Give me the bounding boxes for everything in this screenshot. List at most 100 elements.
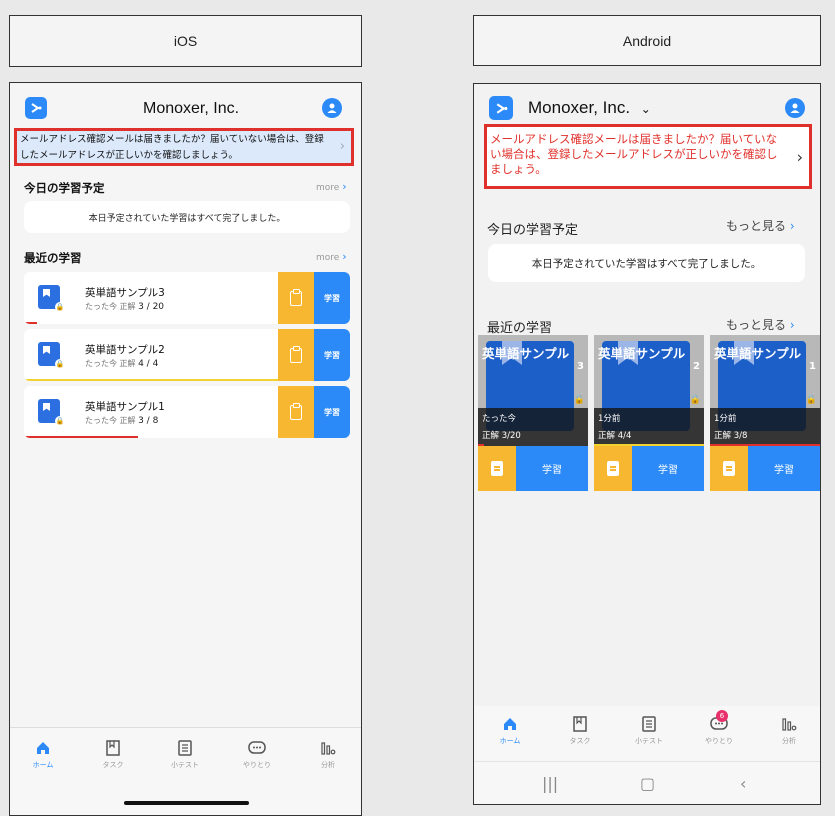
banner-text: メールアドレス確認メールは届きましたか？届いていない場合は、登録したメールアドレ… [20, 134, 324, 161]
tab-quiz[interactable]: 小テスト [160, 740, 210, 770]
item-meta: たった今 正解 4 / 4 [85, 358, 158, 369]
recent-more-link[interactable]: more › [316, 250, 347, 263]
recent-title: 最近の学習 [487, 321, 553, 336]
android-label: Android [473, 15, 821, 66]
book-icon: 🔒 [38, 342, 65, 369]
back-nav-icon[interactable]: ‹ [740, 774, 746, 793]
tab-label: 小テスト [635, 737, 663, 745]
today-title: 今日の学習予定 [487, 223, 579, 238]
item-title: 英単語サンプル1 [85, 401, 165, 413]
recents-nav-icon[interactable]: ||| [542, 774, 558, 793]
tab-label: ホーム [499, 737, 521, 745]
chevron-right-icon: › [796, 147, 803, 166]
chevron-down-icon: ⌄ [640, 102, 651, 116]
tab-home[interactable]: ホーム [485, 716, 535, 746]
card-time: 1分前 [714, 414, 737, 424]
chevron-right-icon: › [789, 219, 795, 233]
home-indicator [124, 801, 249, 805]
quiz-button[interactable] [710, 446, 748, 491]
study-label: 学習 [658, 465, 678, 476]
recent-item[interactable]: 🔒 英単語サンプル3 たった今 正解 3 / 20 学習 [24, 272, 350, 324]
study-button[interactable]: 学習 [748, 446, 820, 491]
study-button[interactable]: 学習 [314, 386, 350, 438]
lock-icon: 🔒 [55, 359, 65, 369]
org-title[interactable]: Monoxer, Inc. ⌄ [528, 98, 651, 118]
task-icon [88, 740, 138, 756]
today-empty-card: 本日予定されていた学習はすべて完了しました。 [488, 244, 805, 282]
home-icon [18, 740, 68, 756]
recent-more-link[interactable]: もっと見る › [726, 316, 795, 333]
recent-card[interactable]: 英単語サンプル 2 🔒 1分前 正解 4/4 学習 [594, 335, 704, 491]
android-tab-bar: ホーム タスク 小テスト 6 やりとり 分析 [474, 706, 820, 761]
email-verify-banner[interactable]: メールアドレス確認メールは届きましたか？届いていない場合は、登録したメールアドレ… [14, 128, 354, 166]
org-title-text: Monoxer, Inc. [528, 98, 631, 117]
tab-chat[interactable]: 6 やりとり [694, 710, 744, 746]
ios-label: iOS [9, 15, 362, 67]
tab-home[interactable]: ホーム [18, 740, 68, 770]
quiz-button[interactable] [278, 329, 314, 381]
lock-icon: 🔒 [55, 302, 65, 312]
lock-icon: 🔒 [805, 395, 817, 405]
book-icon: 🔒 [38, 285, 65, 312]
banner-text: メールアドレス確認メールは届きましたか？届いていない場合は、登録したメールアドレ… [490, 132, 778, 176]
recent-item[interactable]: 🔒 英単語サンプル2 たった今 正解 4 / 4 学習 [24, 329, 350, 381]
tab-chat[interactable]: やりとり [232, 740, 282, 770]
quiz-button[interactable] [278, 386, 314, 438]
task-icon [555, 716, 605, 732]
chat-icon [232, 740, 282, 756]
card-time: たった今 [482, 414, 517, 424]
tab-analytics[interactable]: 分析 [303, 740, 353, 770]
item-time: たった今 [85, 302, 117, 311]
study-button[interactable]: 学習 [632, 446, 704, 491]
chevron-right-icon: › [339, 139, 345, 154]
quiz-icon [160, 740, 210, 756]
today-more-link[interactable]: more › [316, 180, 347, 193]
tab-label: 小テスト [171, 761, 199, 769]
home-nav-icon[interactable]: ▢ [640, 774, 655, 793]
item-score: 3 / 8 [138, 416, 159, 426]
progress-bar [24, 379, 278, 381]
study-button[interactable]: 学習 [314, 272, 350, 324]
tab-task[interactable]: タスク [555, 716, 605, 746]
today-empty-text: 本日予定されていた学習はすべて完了しました。 [531, 257, 762, 270]
progress-bar [24, 436, 139, 438]
tab-quiz[interactable]: 小テスト [624, 716, 674, 746]
card-time: 1分前 [598, 414, 621, 424]
analytics-icon [303, 740, 353, 756]
item-score: 3 / 20 [138, 302, 165, 312]
card-number: 1 [809, 361, 816, 372]
study-label: 学習 [542, 465, 562, 476]
recent-card[interactable]: 英単語サンプル 3 🔒 たった今 正解 3/20 学習 [478, 335, 588, 491]
monoxer-logo-icon [25, 97, 47, 119]
study-label: 学習 [324, 407, 340, 417]
recent-card[interactable]: 英単語サンプル 1 🔒 1分前 正解 3/8 学習 [710, 335, 820, 491]
item-meta: たった今 正解 3 / 20 [85, 301, 164, 312]
org-title[interactable]: Monoxer, Inc. [143, 100, 239, 118]
tab-analytics[interactable]: 分析 [764, 716, 814, 746]
study-button[interactable]: 学習 [314, 329, 350, 381]
clipboard-icon [290, 288, 302, 306]
email-verify-banner[interactable]: メールアドレス確認メールは届きましたか？届いていない場合は、登録したメールアドレ… [484, 124, 812, 189]
android-screen: Monoxer, Inc. ⌄ メールアドレス確認メールは届きましたか？届いてい… [473, 83, 821, 805]
study-button[interactable]: 学習 [516, 446, 588, 491]
item-correct-label: 正解 [119, 416, 136, 425]
tab-label: 分析 [321, 761, 335, 769]
lock-icon: 🔒 [573, 395, 585, 405]
item-time: たった今 [85, 416, 117, 425]
recent-more-text: もっと見る [726, 318, 787, 332]
ios-label-text: iOS [173, 33, 198, 49]
quiz-icon [624, 716, 674, 732]
item-correct-label: 正解 [119, 359, 136, 368]
account-icon[interactable] [785, 98, 805, 118]
recent-item[interactable]: 🔒 英単語サンプル1 たった今 正解 3 / 8 学習 [24, 386, 350, 438]
item-meta: たった今 正解 3 / 8 [85, 415, 158, 426]
today-more-text: more [316, 183, 340, 193]
today-more-link[interactable]: もっと見る › [726, 217, 795, 234]
item-correct-label: 正解 [119, 302, 136, 311]
quiz-button[interactable] [278, 272, 314, 324]
quiz-button[interactable] [478, 446, 516, 491]
chevron-right-icon: › [342, 250, 347, 263]
tab-task[interactable]: タスク [88, 740, 138, 770]
quiz-button[interactable] [594, 446, 632, 491]
account-icon[interactable] [322, 98, 342, 118]
